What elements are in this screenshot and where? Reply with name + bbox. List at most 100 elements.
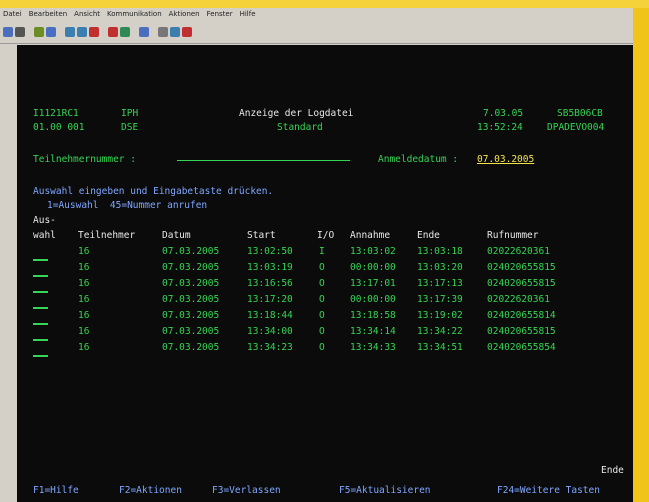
col-header-participant: Teilnehmer <box>78 230 136 241</box>
library-code: DSE <box>121 122 139 133</box>
view-subtitle: Standard <box>277 122 323 133</box>
terminal-screen: I1121RC1 01.00 001 IPH DSE Anzeige der L… <box>17 45 633 502</box>
row-option-input[interactable] <box>33 323 48 325</box>
row-end: 13:03:20 <box>417 262 463 273</box>
emulator-window: Datei Bearbeiten Ansicht Kommunikation A… <box>0 8 633 502</box>
menu-ansicht[interactable]: Ansicht <box>74 8 100 21</box>
row-number: 024020655854 <box>487 342 556 353</box>
row-participant: 16 <box>78 246 90 257</box>
macro-icon[interactable] <box>89 27 99 37</box>
col-header-date: Datum <box>162 230 191 241</box>
row-option-input[interactable] <box>33 275 48 277</box>
row-option-input[interactable] <box>33 339 48 341</box>
row-start: 13:02:50 <box>247 246 293 257</box>
fkey-help[interactable]: F1=Hilfe <box>33 485 79 497</box>
row-option-input[interactable] <box>33 259 48 261</box>
row-option-input[interactable] <box>33 355 48 357</box>
receive-icon[interactable] <box>65 27 75 37</box>
row-io: O <box>319 278 325 289</box>
program-version: 01.00 001 <box>33 122 85 133</box>
row-start: 13:34:23 <box>247 342 293 353</box>
row-io: O <box>319 294 325 305</box>
fkey-refresh[interactable]: F5=Aktualisieren <box>339 485 431 497</box>
menu-fenster[interactable]: Fenster <box>207 8 233 21</box>
row-start: 13:17:20 <box>247 294 293 305</box>
copy-icon[interactable] <box>34 27 44 37</box>
save-icon[interactable] <box>3 27 13 37</box>
row-number: 024020655814 <box>487 310 556 321</box>
row-date: 07.03.2005 <box>162 294 220 305</box>
keyboard-icon[interactable] <box>158 27 168 37</box>
col-header-start: Start <box>247 230 276 241</box>
menu-bar: Datei Bearbeiten Ansicht Kommunikation A… <box>0 8 633 21</box>
map-icon[interactable] <box>139 27 149 37</box>
fkey-more[interactable]: F24=Weitere Tasten <box>497 485 600 497</box>
row-start: 13:18:44 <box>247 310 293 321</box>
menu-bearbeiten[interactable]: Bearbeiten <box>29 8 67 21</box>
row-participant: 16 <box>78 342 90 353</box>
program-id: I1121RC1 <box>33 108 79 119</box>
toolbar <box>0 21 633 44</box>
header-time: 13:52:24 <box>477 122 523 133</box>
row-participant: 16 <box>78 326 90 337</box>
row-participant: 16 <box>78 294 90 305</box>
row-accept: 13:18:58 <box>350 310 396 321</box>
row-io: O <box>319 310 325 321</box>
row-io: O <box>319 342 325 353</box>
row-date: 07.03.2005 <box>162 342 220 353</box>
send-icon[interactable] <box>77 27 87 37</box>
row-end: 13:17:39 <box>417 294 463 305</box>
row-number: 024020655815 <box>487 278 556 289</box>
col-header-io: I/O <box>317 230 335 241</box>
print-icon[interactable] <box>15 27 25 37</box>
color-icon[interactable] <box>182 27 192 37</box>
row-io: I <box>319 246 325 257</box>
list-end-indicator: Ende <box>601 465 624 476</box>
instruction-text: Auswahl eingeben und Eingabetaste drücke… <box>33 186 274 197</box>
menu-hilfe[interactable]: Hilfe <box>240 8 256 21</box>
fkey-actions[interactable]: F2=Aktionen <box>119 485 182 497</box>
row-participant: 16 <box>78 278 90 289</box>
row-number: 024020655815 <box>487 262 556 273</box>
row-number: 02022620361 <box>487 294 550 305</box>
signon-date-input[interactable]: 07.03.2005 <box>477 154 534 166</box>
row-date: 07.03.2005 <box>162 326 220 337</box>
row-option-input[interactable] <box>33 307 48 309</box>
participant-label: Teilnehmernummer : <box>33 154 136 165</box>
row-option-input[interactable] <box>33 291 48 293</box>
row-accept: 00:00:00 <box>350 294 396 305</box>
col-header-accept: Annahme <box>350 230 391 241</box>
header-date: 7.03.05 <box>483 108 524 119</box>
row-number: 02022620361 <box>487 246 550 257</box>
row-end: 13:34:22 <box>417 326 463 337</box>
col-header-opt: wahl <box>33 230 56 241</box>
row-accept: 13:34:33 <box>350 342 396 353</box>
record-icon[interactable] <box>108 27 118 37</box>
row-start: 13:03:19 <box>247 262 293 273</box>
fkey-exit[interactable]: F3=Verlassen <box>212 485 281 497</box>
page-title: Anzeige der Logdatei <box>239 108 354 119</box>
row-date: 07.03.2005 <box>162 310 220 321</box>
menu-kommunikation[interactable]: Kommunikation <box>107 8 162 21</box>
row-end: 13:19:02 <box>417 310 463 321</box>
row-accept: 13:17:01 <box>350 278 396 289</box>
row-end: 13:17:13 <box>417 278 463 289</box>
row-number: 024020655815 <box>487 326 556 337</box>
system-code: IPH <box>121 108 139 119</box>
row-start: 13:34:00 <box>247 326 293 337</box>
paste-icon[interactable] <box>46 27 56 37</box>
top-accent-bar <box>0 0 649 8</box>
right-accent-bar <box>633 8 649 502</box>
system-name: SB5B06CB <box>557 108 603 119</box>
row-date: 07.03.2005 <box>162 262 220 273</box>
participant-input[interactable] <box>177 160 350 161</box>
row-end: 13:03:18 <box>417 246 463 257</box>
menu-aktionen[interactable]: Aktionen <box>169 8 200 21</box>
play-icon[interactable] <box>120 27 130 37</box>
device-name: DPADEVO004 <box>547 122 605 133</box>
help-icon[interactable] <box>170 27 180 37</box>
option-legend: 1=Auswahl 45=Nummer anrufen <box>47 200 208 211</box>
menu-datei[interactable]: Datei <box>3 8 22 21</box>
row-date: 07.03.2005 <box>162 246 220 257</box>
row-start: 13:16:56 <box>247 278 293 289</box>
